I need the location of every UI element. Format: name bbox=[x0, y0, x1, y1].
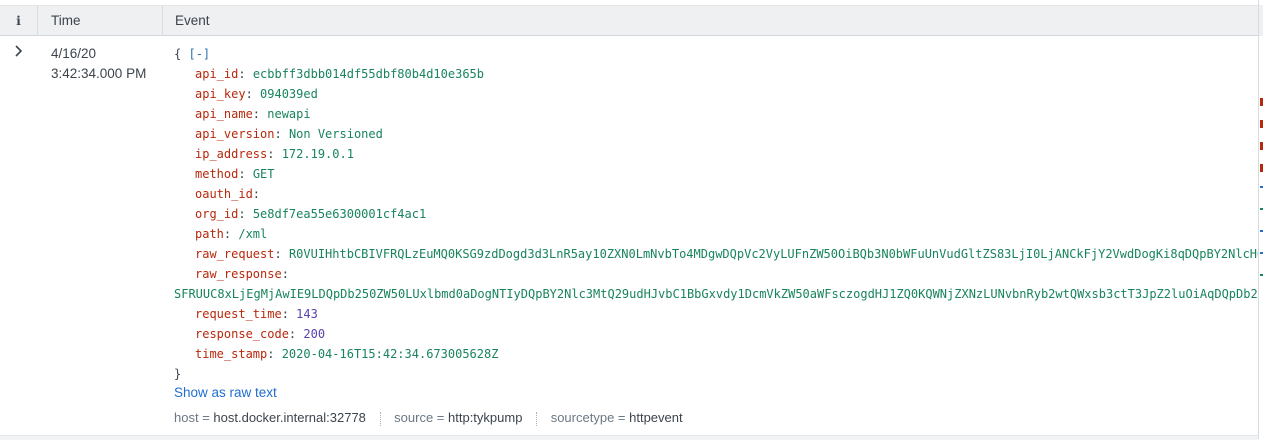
field-key[interactable]: org_id bbox=[195, 207, 238, 221]
field-value[interactable]: 094039ed bbox=[260, 87, 318, 101]
event-date: 4/16/20 bbox=[51, 46, 97, 61]
json-field-org-id: org_id: 5e8df7ea55e6300001cf4ac1 bbox=[195, 207, 427, 221]
event-time: 4/16/20 3:42:34.000 PM bbox=[51, 44, 146, 84]
meta-host-value: host.docker.internal:32778 bbox=[213, 410, 366, 425]
open-brace: { bbox=[174, 47, 182, 61]
adjacent-panel-edge bbox=[1258, 0, 1263, 439]
json-field-raw-response: raw_response: bbox=[195, 267, 289, 281]
json-field-ip-address: ip_address: 172.19.0.1 bbox=[195, 147, 354, 161]
json-field-method: method: GET bbox=[195, 167, 275, 181]
chevron-right-icon[interactable] bbox=[14, 44, 23, 60]
meta-host-label: host bbox=[174, 410, 199, 425]
event-clock: 3:42:34.000 PM bbox=[51, 66, 147, 81]
json-field-api-version: api_version: Non Versioned bbox=[195, 127, 383, 141]
json-field-time-stamp: time_stamp: 2020-04-16T15:42:34.67300562… bbox=[195, 347, 499, 361]
raw-response-value[interactable]: SFRUUC8xLjEgMjAwIE9LDQpDb250ZW50LUxlbmd0… bbox=[174, 284, 1259, 304]
field-key[interactable]: oauth_id bbox=[195, 187, 253, 201]
time-column-header[interactable]: Time bbox=[38, 6, 163, 36]
field-value[interactable]: Non Versioned bbox=[289, 127, 383, 141]
field-key[interactable]: request_time bbox=[195, 307, 282, 321]
field-value[interactable]: newapi bbox=[267, 107, 310, 121]
field-value[interactable]: 200 bbox=[303, 327, 325, 341]
json-close-line: } bbox=[174, 364, 1259, 384]
field-key[interactable]: path bbox=[195, 227, 224, 241]
field-key[interactable]: api_id bbox=[195, 67, 238, 81]
json-field-oauth-id: oauth_id: bbox=[195, 187, 261, 201]
field-key[interactable]: method bbox=[195, 167, 238, 181]
field-key[interactable]: time_stamp bbox=[195, 347, 267, 361]
json-field-request-time: request_time: 143 bbox=[195, 307, 318, 321]
field-value[interactable]: 172.19.0.1 bbox=[282, 147, 354, 161]
field-value[interactable]: 143 bbox=[296, 307, 318, 321]
field-value[interactable]: 5e8df7ea55e6300001cf4ac1 bbox=[253, 207, 426, 221]
event-metadata: host = host.docker.internal:32778 source… bbox=[174, 410, 683, 426]
meta-source-label: source bbox=[394, 410, 434, 425]
json-field-raw-request: raw_request: R0VUIHhtbCBIVFRQLzEuMQ0KSG9… bbox=[174, 244, 1259, 264]
json-field-api-name: api_name: newapi bbox=[195, 107, 311, 121]
table-header: i Time Event bbox=[0, 5, 1258, 36]
info-column-header[interactable]: i bbox=[0, 6, 38, 36]
row-divider bbox=[0, 435, 1258, 440]
field-value[interactable]: GET bbox=[253, 167, 275, 181]
show-as-raw-text-link[interactable]: Show as raw text bbox=[174, 385, 277, 400]
field-key[interactable]: api_key bbox=[195, 87, 246, 101]
close-brace: } bbox=[174, 367, 182, 381]
field-value[interactable]: 2020-04-16T15:42:34.673005628Z bbox=[282, 347, 499, 361]
field-value[interactable]: R0VUIHhtbCBIVFRQLzEuMQ0KSG9zdDogd3d3LnR5… bbox=[289, 247, 1259, 261]
json-field-response-code: response_code: 200 bbox=[195, 327, 326, 341]
field-key[interactable]: api_version bbox=[195, 127, 274, 141]
json-field-api-id: api_id: ecbbff3dbb014df55dbf80b4d10e365b bbox=[195, 67, 484, 81]
field-key[interactable]: raw_response bbox=[195, 267, 282, 281]
field-value[interactable]: ecbbff3dbb014df55dbf80b4d10e365b bbox=[253, 67, 484, 81]
collapse-toggle[interactable]: [-] bbox=[188, 47, 210, 61]
event-json: { [-] api_id: ecbbff3dbb014df55dbf80b4d1… bbox=[174, 44, 1259, 384]
field-key[interactable]: ip_address bbox=[195, 147, 267, 161]
field-key[interactable]: raw_request bbox=[195, 247, 274, 261]
meta-sourcetype-label: sourcetype bbox=[550, 410, 615, 425]
meta-source[interactable]: source = http:tykpump bbox=[394, 410, 522, 425]
json-field-api-key: api_key: 094039ed bbox=[195, 87, 318, 101]
field-key[interactable]: api_name bbox=[195, 107, 253, 121]
json-fields: api_id: ecbbff3dbb014df55dbf80b4d10e365b… bbox=[174, 64, 1259, 364]
meta-host[interactable]: host = host.docker.internal:32778 bbox=[174, 410, 366, 425]
field-value[interactable]: /xml bbox=[238, 227, 267, 241]
meta-sourcetype[interactable]: sourcetype = httpevent bbox=[551, 410, 683, 425]
field-key[interactable]: response_code bbox=[195, 327, 289, 341]
meta-divider bbox=[379, 411, 381, 426]
json-field-path: path: /xml bbox=[195, 227, 268, 241]
meta-source-value: http:tykpump bbox=[448, 410, 523, 425]
event-column-header[interactable]: Event bbox=[163, 6, 210, 36]
json-open-line: { [-] bbox=[174, 44, 1259, 64]
meta-sourcetype-value: httpevent bbox=[629, 410, 683, 425]
meta-divider bbox=[536, 411, 538, 426]
